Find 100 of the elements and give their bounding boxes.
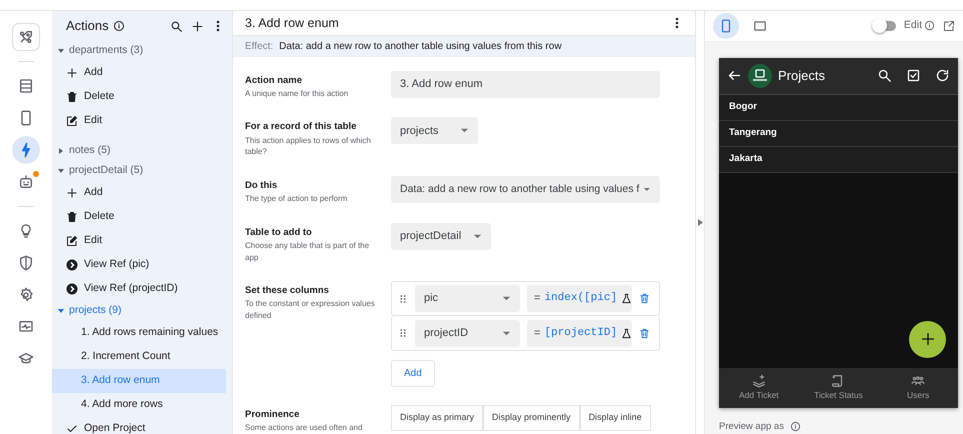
plus-icon: [191, 20, 204, 32]
list-row[interactable]: Jakarta: [719, 146, 958, 173]
action-item[interactable]: Add: [52, 61, 226, 85]
trash-icon: [639, 293, 650, 304]
drag-handle-icon: [398, 327, 408, 340]
group-header[interactable]: projectDetail (5): [52, 161, 226, 181]
field-hint: Choose any table that is part of the app: [245, 240, 370, 264]
editor-title: 3. Add row enum: [245, 14, 339, 32]
edit-label: Edit: [904, 18, 922, 33]
field-label: Set these columns: [245, 284, 330, 298]
action-item[interactable]: Edit: [52, 109, 226, 133]
nav-tab[interactable]: Users: [883, 374, 954, 402]
group-header[interactable]: notes (5): [52, 141, 226, 161]
edit-icon: [66, 235, 78, 247]
list-row[interactable]: Tangerang: [719, 120, 958, 147]
delete-button[interactable]: [639, 293, 650, 304]
prominence-option[interactable]: Display as primary: [391, 405, 484, 431]
field-label: Prominence: [245, 408, 300, 422]
action-item[interactable]: Edit: [52, 229, 226, 253]
info-icon: [924, 20, 935, 32]
flask-icon: [621, 293, 632, 304]
device-view-button[interactable]: [713, 12, 739, 39]
prominence-option[interactable]: Display prominently: [483, 405, 580, 431]
nav-tab[interactable]: Add Ticket: [724, 374, 794, 402]
refresh-button[interactable]: [935, 68, 950, 84]
field-hint: To the constant or expression values defined: [245, 298, 376, 322]
field-label: Action name: [245, 74, 304, 88]
rail-button[interactable]: [12, 136, 40, 164]
drag-handle-icon: [398, 292, 408, 305]
dropdown[interactable]: projects: [391, 117, 478, 144]
action-item[interactable]: Delete: [52, 205, 226, 229]
rocket-icon: [18, 29, 34, 45]
arrow-circle-icon: [66, 283, 78, 295]
field-hint: A unique name for this action: [245, 88, 350, 100]
field-label: For a record of this table: [245, 120, 358, 134]
delete-button[interactable]: [639, 328, 650, 339]
check-icon: [66, 423, 78, 434]
panel-title: Actions: [66, 17, 109, 36]
robot-icon: [18, 174, 34, 190]
plus-icon: [66, 67, 78, 79]
search-button[interactable]: [170, 20, 183, 32]
edit-icon: [66, 115, 78, 127]
action-item[interactable]: 2. Increment Count: [52, 345, 226, 369]
settings-icon: [18, 287, 34, 303]
rail-button[interactable]: [12, 23, 40, 51]
dropdown[interactable]: Data: add a new row to another table using values f: [391, 176, 660, 203]
effect-label: Effect:: [245, 40, 274, 54]
open-external-icon: [943, 20, 955, 32]
effect-text: Data: add a new row to another table using values from this row: [279, 40, 562, 54]
info-icon: [112, 20, 125, 32]
prominence-option[interactable]: Display inline: [580, 405, 651, 431]
trash-icon: [66, 211, 78, 223]
trash-icon: [66, 91, 78, 103]
action-item[interactable]: 1. Add rows remaining values: [52, 321, 226, 345]
field-label: Table to add to: [245, 226, 313, 240]
action-item[interactable]: Delete: [52, 85, 226, 109]
action-item[interactable]: 4. Add more rows: [52, 393, 226, 417]
preview-as-label: Preview app as: [719, 420, 784, 434]
stack-add-icon: [752, 374, 766, 388]
column-dropdown[interactable]: pic: [415, 285, 520, 312]
action-item[interactable]: Add: [52, 181, 226, 205]
text-field[interactable]: 3. Add row enum: [391, 70, 660, 98]
dropdown[interactable]: projectDetail: [391, 222, 492, 250]
plus-icon: [66, 187, 78, 199]
phone-icon: [719, 18, 733, 33]
action-item[interactable]: View Ref (projectID): [52, 277, 226, 301]
caret-down-icon: [473, 232, 482, 241]
field-hint: The type of action to perform: [245, 193, 348, 205]
add-fab[interactable]: [909, 320, 946, 358]
search-icon: [877, 68, 892, 84]
field-label: Do this: [245, 178, 278, 193]
group-header[interactable]: projects (9): [52, 301, 226, 321]
column-dropdown[interactable]: projectID: [415, 320, 520, 347]
search-button[interactable]: [877, 68, 892, 84]
field-hint: This action applies to rows of which table?: [245, 134, 372, 158]
expression-field[interactable]: = index([pic]: [527, 285, 632, 312]
app-logo-icon: [748, 64, 772, 88]
edit-toggle[interactable]: [874, 20, 896, 31]
add-button[interactable]: Add: [391, 360, 435, 388]
select-button[interactable]: [906, 68, 921, 84]
action-item[interactable]: Open Project: [52, 417, 226, 434]
trash-icon: [639, 328, 650, 339]
action-item[interactable]: View Ref (pic): [52, 253, 226, 277]
field-hint: Some actions are used often and: [245, 422, 364, 434]
shield-icon: [18, 255, 34, 271]
app-title: Projects: [778, 67, 825, 85]
expression-field[interactable]: = [projectID]: [527, 320, 632, 347]
search-icon: [170, 20, 183, 32]
add-button[interactable]: [191, 20, 204, 32]
group-header[interactable]: departments (3): [52, 41, 226, 61]
info-icon: [790, 421, 801, 432]
arrow-circle-icon: [66, 259, 78, 271]
plus-icon: [920, 331, 936, 348]
expand-arrow-icon[interactable]: [698, 219, 702, 226]
list-row[interactable]: Bogor: [719, 94, 958, 121]
open-external-button[interactable]: [943, 20, 955, 32]
flask-icon: [621, 328, 632, 339]
tablet-icon: [753, 18, 767, 33]
users-icon: [911, 374, 926, 388]
nav-tab[interactable]: Ticket Status: [803, 374, 874, 402]
